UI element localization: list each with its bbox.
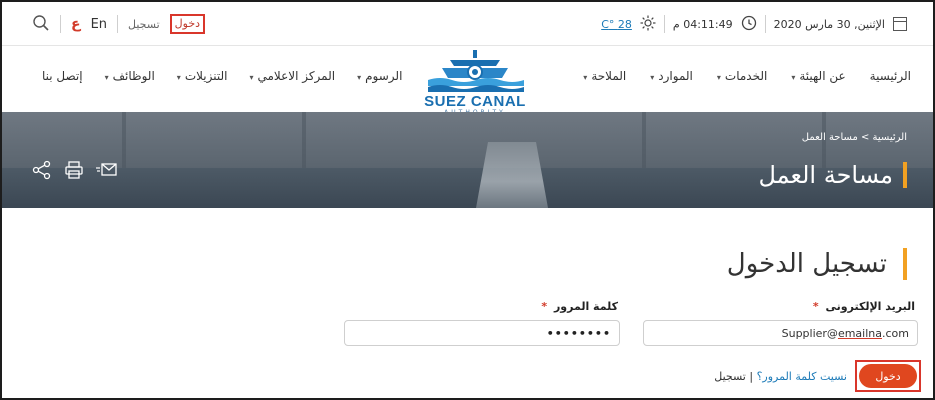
password-field[interactable]: •••••••• bbox=[344, 320, 620, 346]
password-label: كلمة المرور * bbox=[541, 300, 618, 313]
ship-logo-icon bbox=[428, 50, 524, 92]
print-icon[interactable] bbox=[64, 160, 84, 184]
page-title-text: مساحة العمل bbox=[758, 161, 893, 189]
nav-right-group: الرئيسية عن الهيئة▾ الخدمات▾ الموارد▾ ال… bbox=[583, 46, 911, 106]
language-arabic-link[interactable]: ع bbox=[71, 16, 81, 32]
nav-item-label: الملاحة bbox=[591, 69, 627, 83]
caret-down-icon: ▾ bbox=[791, 73, 796, 82]
nav-left-group: الرسوم▾ المركز الاعلامي▾ التنزيلات▾ الوظ… bbox=[42, 46, 402, 106]
form-links: نسيت كلمة المرور؟ | تسجيل bbox=[714, 370, 847, 383]
title-accent-bar bbox=[903, 248, 907, 280]
page-title: مساحة العمل bbox=[758, 158, 907, 192]
clock-icon bbox=[741, 15, 757, 34]
email-suffix: .com bbox=[882, 326, 909, 340]
email-value: Supplier@emailna.com bbox=[782, 327, 909, 340]
nav-item-media-center[interactable]: المركز الاعلامي▾ bbox=[249, 69, 335, 83]
login-form: تسجيل الدخول البريد الإلكترونى * كلمة ال… bbox=[2, 208, 933, 398]
nav-item-label: إتصل بنا bbox=[42, 69, 83, 83]
logo-title: SUEZ CANAL bbox=[424, 93, 526, 110]
caret-down-icon: ▾ bbox=[104, 73, 109, 82]
caret-down-icon: ▾ bbox=[716, 73, 721, 82]
nav-item-fees[interactable]: الرسوم▾ bbox=[357, 69, 402, 83]
temperature-text[interactable]: 28 °C bbox=[601, 18, 632, 31]
page-actions bbox=[32, 160, 118, 184]
divider bbox=[764, 15, 766, 33]
search-icon[interactable] bbox=[32, 14, 50, 35]
caret-down-icon: ▾ bbox=[357, 73, 362, 82]
topbar-left-group: ع En تسجيل دخول bbox=[32, 2, 206, 46]
nav-item-label: المركز الاعلامي bbox=[257, 69, 336, 83]
share-icon[interactable] bbox=[32, 160, 52, 184]
email-label: البريد الإلكترونى * bbox=[813, 300, 915, 313]
nav-item-contact[interactable]: إتصل بنا bbox=[42, 69, 83, 83]
form-title-text: تسجيل الدخول bbox=[726, 249, 887, 279]
nav-item-resources[interactable]: الموارد▾ bbox=[650, 69, 693, 83]
banner-ship-image bbox=[476, 142, 548, 208]
calendar-icon bbox=[893, 17, 907, 31]
caret-down-icon: ▾ bbox=[176, 73, 181, 82]
nav-item-label: الخدمات bbox=[724, 69, 768, 83]
nav-item-label: الوظائف bbox=[112, 69, 155, 83]
email-label-text: البريد الإلكترونى bbox=[825, 300, 915, 313]
suez-canal-logo[interactable]: SUEZ CANAL AUTHORITY bbox=[420, 48, 530, 118]
email-icon[interactable] bbox=[96, 162, 118, 182]
register-link[interactable]: تسجيل bbox=[128, 18, 160, 31]
required-mark: * bbox=[812, 300, 819, 313]
nav-item-home[interactable]: الرئيسية bbox=[870, 69, 911, 83]
nav-item-services[interactable]: الخدمات▾ bbox=[717, 69, 767, 83]
divider bbox=[663, 15, 665, 33]
topbar-right-group: الإثنين, 30 مارس 2020 04:11:49 م 28 °C bbox=[601, 2, 907, 46]
caret-down-icon: ▾ bbox=[650, 73, 655, 82]
nav-item-about[interactable]: عن الهيئة▾ bbox=[791, 69, 845, 83]
login-button-highlight: دخول bbox=[855, 360, 921, 392]
time-text: 04:11:49 م bbox=[672, 17, 733, 31]
nav-item-label: الموارد bbox=[658, 69, 693, 83]
breadcrumb[interactable]: الرئيسية > مساحة العمل bbox=[802, 132, 907, 143]
email-prefix: Supplier@ bbox=[781, 326, 838, 340]
weather-sun-icon bbox=[640, 15, 656, 34]
title-accent-bar bbox=[903, 162, 907, 188]
email-field[interactable]: Supplier@emailna.com bbox=[643, 320, 918, 346]
email-domain: emailna bbox=[837, 326, 882, 340]
nav-item-label: عن الهيئة bbox=[799, 69, 846, 83]
login-link[interactable]: دخول bbox=[169, 14, 206, 34]
nav-item-downloads[interactable]: التنزيلات▾ bbox=[177, 69, 228, 83]
nav-item-label: الرسوم bbox=[365, 69, 403, 83]
required-mark: * bbox=[541, 300, 548, 313]
link-separator: | bbox=[745, 370, 757, 383]
nav-item-jobs[interactable]: الوظائف▾ bbox=[105, 69, 155, 83]
password-label-text: كلمة المرور bbox=[553, 300, 618, 313]
caret-down-icon: ▾ bbox=[249, 73, 254, 82]
language-english-link[interactable]: En bbox=[91, 17, 107, 32]
top-utility-bar: ع En تسجيل دخول الإثنين, 30 مارس 2020 04… bbox=[2, 2, 933, 46]
nav-item-label: الرئيسية bbox=[869, 69, 911, 83]
nav-item-navigation[interactable]: الملاحة▾ bbox=[583, 69, 626, 83]
browser-frame: ع En تسجيل دخول الإثنين, 30 مارس 2020 04… bbox=[0, 0, 935, 400]
divider bbox=[117, 15, 119, 33]
divider bbox=[60, 15, 61, 33]
login-button[interactable]: دخول bbox=[859, 364, 917, 388]
register-link[interactable]: تسجيل bbox=[714, 370, 746, 383]
main-navigation: الرئيسية عن الهيئة▾ الخدمات▾ الموارد▾ ال… bbox=[2, 46, 933, 116]
form-title: تسجيل الدخول bbox=[727, 248, 907, 280]
page-banner: الرئيسية > مساحة العمل مساحة العمل bbox=[2, 112, 933, 208]
forgot-password-link[interactable]: نسيت كلمة المرور؟ bbox=[757, 370, 847, 383]
date-text: الإثنين, 30 مارس 2020 bbox=[773, 17, 885, 31]
caret-down-icon: ▾ bbox=[583, 73, 588, 82]
nav-item-label: التنزيلات bbox=[184, 69, 228, 83]
